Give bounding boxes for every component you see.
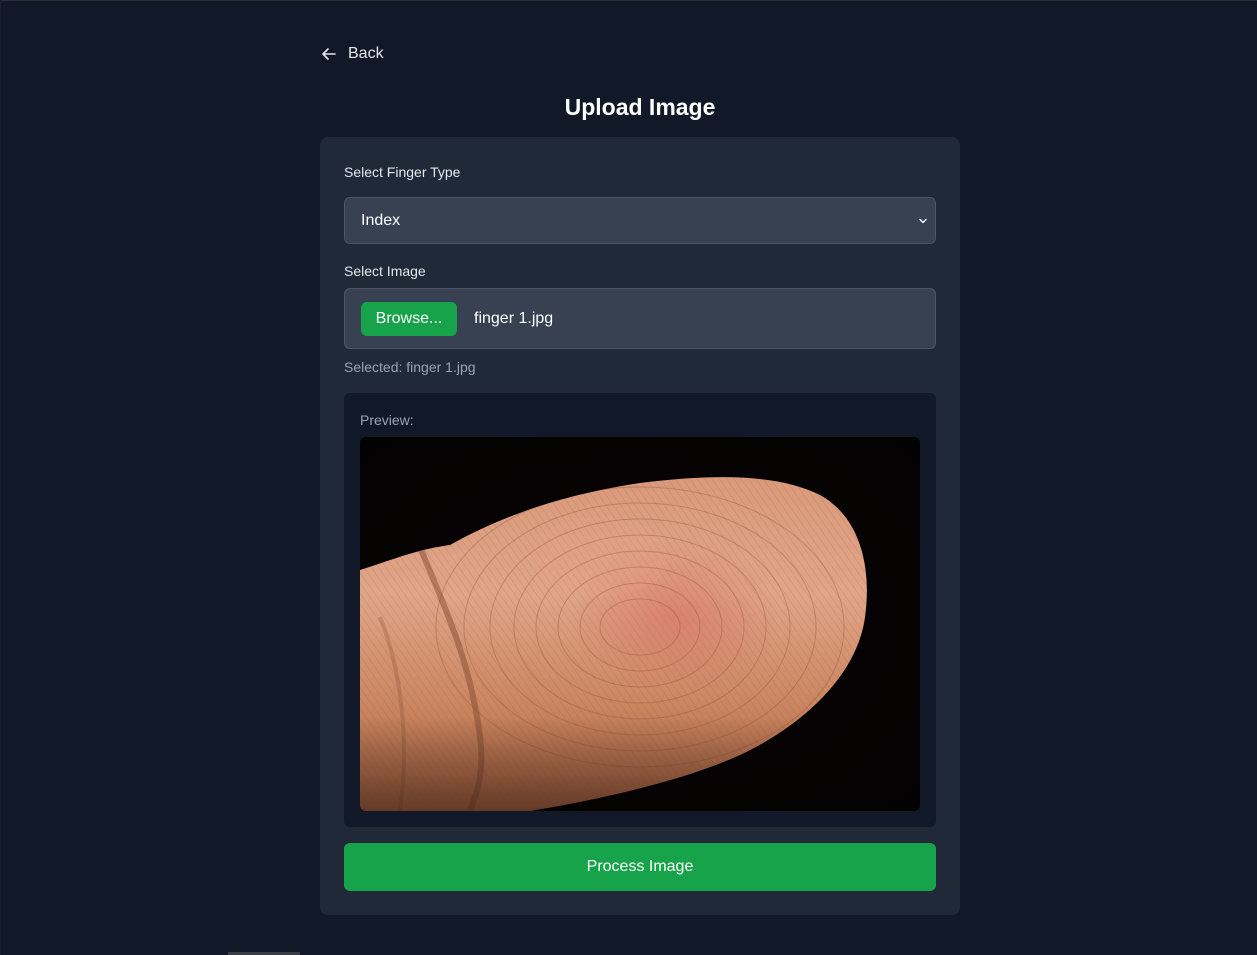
preview-label: Preview: bbox=[360, 412, 414, 428]
finger-type-select[interactable]: Index bbox=[344, 197, 936, 244]
finger-type-value: Index bbox=[361, 211, 401, 229]
back-label: Back bbox=[348, 45, 384, 62]
finger-type-label: Select Finger Type bbox=[344, 164, 461, 180]
window-top-border bbox=[0, 0, 1257, 1]
window-left-border bbox=[0, 0, 1, 955]
upload-card: Select Finger Type Index Select Image Br… bbox=[320, 137, 960, 915]
arrow-left-icon bbox=[320, 45, 338, 63]
selected-file-text: Selected: finger 1.jpg bbox=[344, 359, 476, 375]
image-label: Select Image bbox=[344, 263, 426, 279]
browse-button[interactable]: Browse... bbox=[361, 301, 457, 336]
preview-panel: Preview: bbox=[344, 393, 936, 827]
back-link[interactable]: Back bbox=[320, 42, 384, 66]
chevron-down-icon bbox=[917, 215, 929, 227]
page-title: Upload Image bbox=[564, 94, 716, 120]
preview-image bbox=[360, 437, 920, 811]
process-image-button[interactable]: Process Image bbox=[344, 843, 936, 891]
file-name: finger 1.jpg bbox=[474, 309, 554, 327]
file-input[interactable]: Browse... finger 1.jpg bbox=[344, 288, 936, 349]
